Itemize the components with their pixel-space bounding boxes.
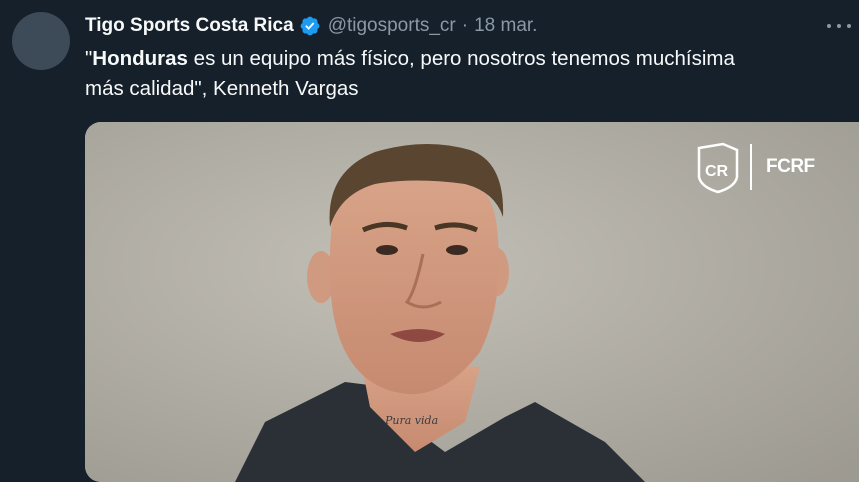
separator-dot: · xyxy=(461,15,469,36)
left-eye xyxy=(376,245,398,255)
verified-badge-icon xyxy=(300,16,320,36)
more-dot xyxy=(827,24,831,28)
tweet-text-line2: más calidad", Kenneth Vargas xyxy=(85,77,359,100)
more-dot xyxy=(837,24,841,28)
more-options-icon[interactable] xyxy=(827,16,851,36)
tweet-text: "Honduras es un equipo más físico, pero … xyxy=(85,44,845,104)
tweet-video-thumbnail[interactable]: Pura vida CR FCRF xyxy=(85,122,859,482)
right-eye xyxy=(446,245,468,255)
video-frame: Pura vida CR xyxy=(85,122,859,482)
tweet-header: Tigo Sports Costa Rica @tigosports_cr · … xyxy=(85,13,537,39)
tweet-text-line1: es un equipo más físico, pero nosotros t… xyxy=(187,47,735,70)
display-name[interactable]: Tigo Sports Costa Rica xyxy=(85,13,294,39)
logo-divider xyxy=(750,144,752,190)
handle[interactable]: @tigosports_cr xyxy=(328,13,456,39)
crest-monogram: CR xyxy=(705,163,729,180)
fcrf-logo-text: FCRF xyxy=(766,156,815,177)
neck-tattoo: Pura vida xyxy=(384,414,438,427)
tweet-text-bold: Honduras xyxy=(92,47,188,70)
avatar[interactable] xyxy=(12,12,70,70)
tweet-date[interactable]: 18 mar. xyxy=(474,13,537,39)
more-dot xyxy=(847,24,851,28)
face xyxy=(329,162,499,395)
